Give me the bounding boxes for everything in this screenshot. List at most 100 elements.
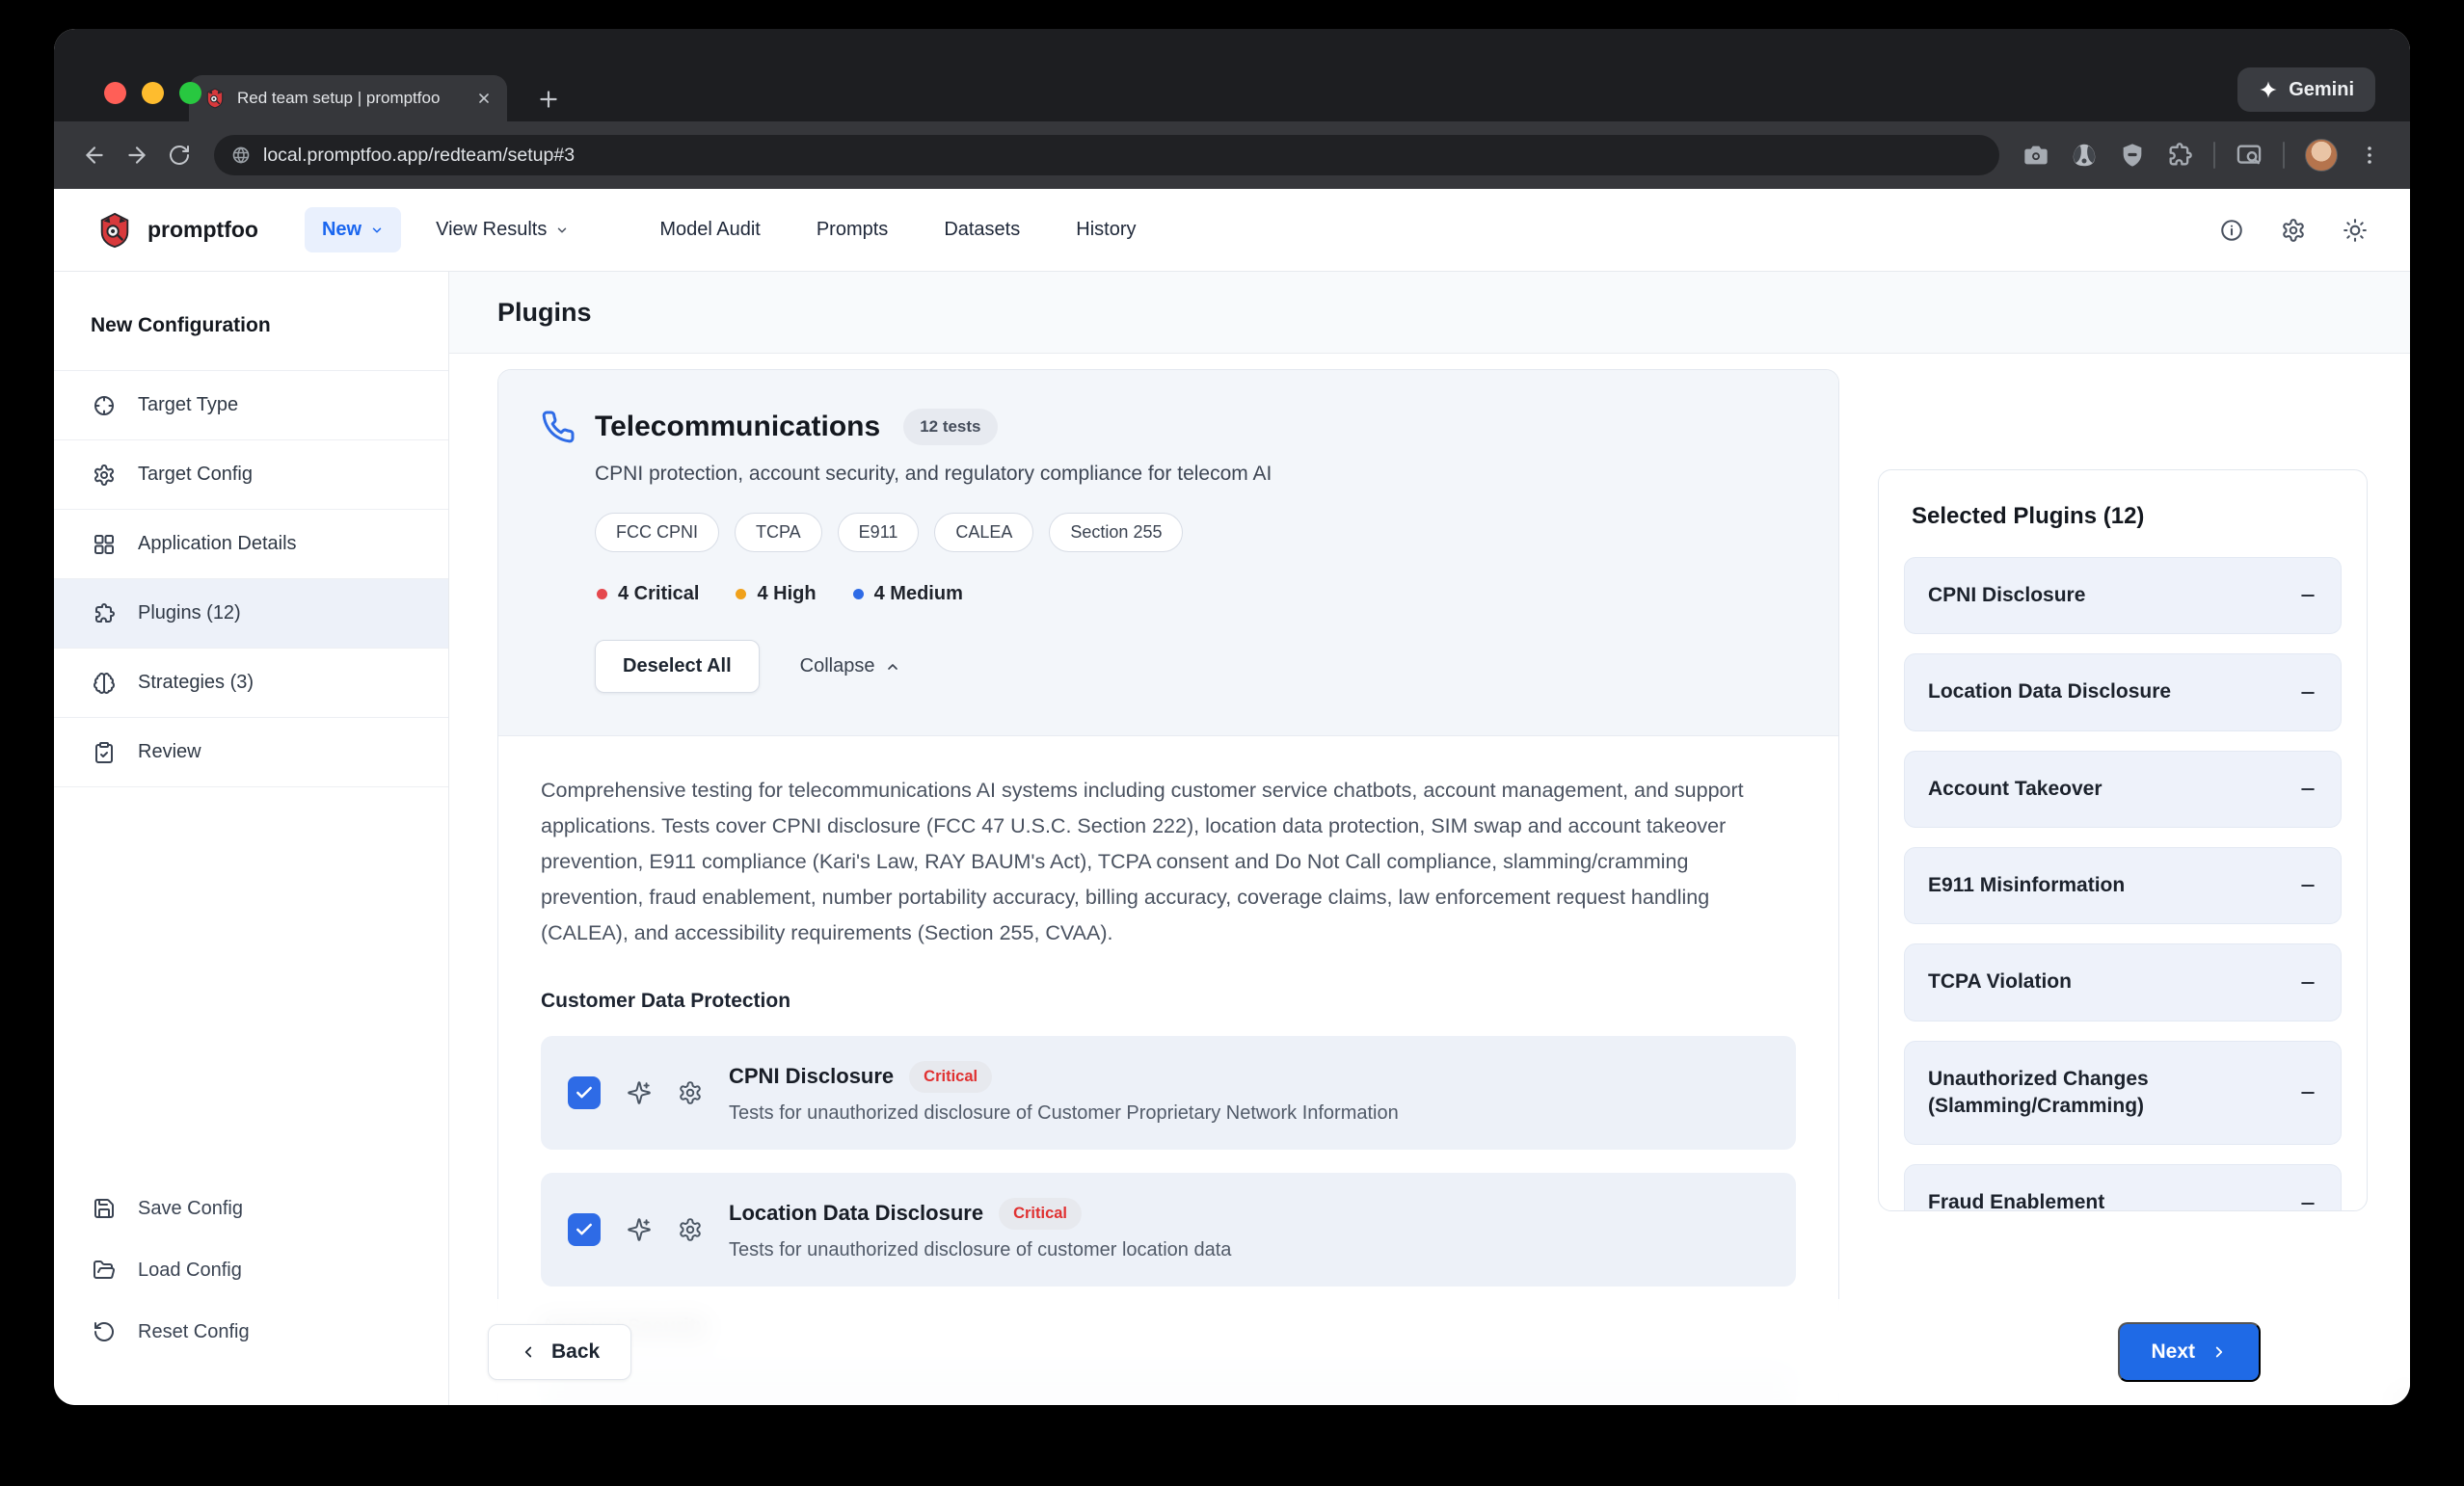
sidebar-item-application-details[interactable]: Application Details bbox=[54, 510, 448, 579]
nav-new-label: New bbox=[322, 219, 362, 241]
tab-strip: Red team setup | promptfoo Gemini bbox=[54, 29, 2410, 121]
adblock-shield-extension-icon[interactable] bbox=[2119, 142, 2146, 169]
sidebar-item-target-config[interactable]: Target Config bbox=[54, 440, 448, 510]
severity-badge: Critical bbox=[909, 1061, 992, 1093]
extension-icons bbox=[2013, 139, 2391, 172]
collapse-toggle[interactable]: Collapse bbox=[800, 655, 901, 677]
search-tabs-icon[interactable] bbox=[2236, 142, 2263, 169]
nav-datasets[interactable]: Datasets bbox=[923, 207, 1041, 252]
chevron-down-icon bbox=[370, 224, 384, 237]
browser-tab[interactable]: Red team setup | promptfoo bbox=[189, 75, 507, 121]
remove-plugin-minus-icon[interactable] bbox=[2298, 1083, 2317, 1102]
load-config-button[interactable]: Load Config bbox=[54, 1239, 448, 1301]
info-icon[interactable] bbox=[2219, 218, 2244, 243]
settings-gear-icon[interactable] bbox=[2281, 218, 2306, 243]
site-info-icon[interactable] bbox=[231, 146, 251, 165]
plugin-config-gear-icon[interactable] bbox=[678, 1217, 703, 1242]
selected-plugin-label: E911 Misinformation bbox=[1928, 872, 2125, 899]
forward-icon[interactable] bbox=[116, 134, 158, 176]
address-bar[interactable]: local.promptfoo.app/redteam/setup#3 bbox=[214, 135, 1999, 175]
save-config-button[interactable]: Save Config bbox=[54, 1178, 448, 1239]
telecommunications-category-card: Telecommunications 12 tests CPNI protect… bbox=[497, 369, 1839, 1405]
category-description: Comprehensive testing for telecommunicat… bbox=[541, 773, 1796, 951]
new-tab-button[interactable] bbox=[536, 87, 561, 112]
url-text: local.promptfoo.app/redteam/setup#3 bbox=[263, 145, 575, 167]
sidebar-item-review[interactable]: Review bbox=[54, 718, 448, 787]
tag: FCC CPNI bbox=[595, 513, 719, 552]
sidebar-title: New Configuration bbox=[54, 272, 448, 371]
nav-prompts[interactable]: Prompts bbox=[795, 207, 909, 252]
back-icon[interactable] bbox=[73, 134, 116, 176]
selected-plugin-label: Fraud Enablement bbox=[1928, 1189, 2104, 1211]
sparkles-icon[interactable] bbox=[627, 1080, 652, 1105]
plugin-checkbox[interactable] bbox=[568, 1076, 601, 1109]
profile-avatar[interactable] bbox=[2305, 139, 2338, 172]
wizard-footer: Back Next bbox=[449, 1299, 2410, 1405]
close-window-button[interactable] bbox=[104, 82, 126, 104]
selected-plugins-title: Selected Plugins (12) bbox=[1912, 503, 2342, 530]
selected-plugin-label: Unauthorized Changes (Slamming/Cramming) bbox=[1928, 1066, 2283, 1121]
sidebar-item-label: Target Type bbox=[138, 394, 238, 416]
folder-open-icon bbox=[93, 1259, 116, 1282]
selected-plugin-label: TCPA Violation bbox=[1928, 969, 2072, 995]
back-button[interactable]: Back bbox=[488, 1324, 631, 1380]
nav-new-button[interactable]: New bbox=[305, 207, 401, 252]
promptfoo-brand[interactable]: promptfoo bbox=[96, 212, 258, 249]
remove-plugin-minus-icon[interactable] bbox=[2298, 973, 2317, 993]
high-dot bbox=[736, 589, 746, 599]
chevron-up-icon bbox=[885, 659, 900, 675]
nav-label: Datasets bbox=[944, 219, 1020, 241]
check-icon bbox=[575, 1083, 594, 1102]
tag: E911 bbox=[838, 513, 920, 552]
collapse-label: Collapse bbox=[800, 655, 875, 677]
sidebar-item-label: Target Config bbox=[138, 464, 253, 486]
remove-plugin-minus-icon[interactable] bbox=[2298, 683, 2317, 703]
remove-plugin-minus-icon[interactable] bbox=[2298, 876, 2317, 895]
tag: CALEA bbox=[934, 513, 1033, 552]
tab-close-icon[interactable] bbox=[476, 91, 492, 106]
remove-plugin-minus-icon[interactable] bbox=[2298, 586, 2317, 605]
nav-model-audit[interactable]: Model Audit bbox=[638, 207, 782, 252]
sidebar-item-strategies[interactable]: Strategies (3) bbox=[54, 649, 448, 718]
grid-icon bbox=[93, 533, 116, 556]
plugin-config-gear-icon[interactable] bbox=[678, 1080, 703, 1105]
extensions-puzzle-icon[interactable] bbox=[2166, 142, 2193, 169]
critical-dot bbox=[597, 589, 607, 599]
reload-icon[interactable] bbox=[158, 134, 201, 176]
chevron-down-icon bbox=[555, 224, 569, 237]
sidebar-item-plugins[interactable]: Plugins (12) bbox=[54, 579, 448, 649]
plugin-row-cpni-disclosure: CPNI Disclosure Critical Tests for unaut… bbox=[541, 1036, 1796, 1150]
next-button[interactable]: Next bbox=[2118, 1322, 2261, 1382]
selected-plugin-label: CPNI Disclosure bbox=[1928, 582, 2085, 609]
back-label: Back bbox=[551, 1340, 600, 1364]
screenshot-extension-icon[interactable] bbox=[2022, 142, 2049, 169]
plugin-checkbox[interactable] bbox=[568, 1213, 601, 1246]
category-title: Telecommunications bbox=[595, 411, 880, 443]
gemini-button[interactable]: Gemini bbox=[2237, 67, 2375, 112]
fullscreen-window-button[interactable] bbox=[179, 82, 201, 104]
sidebar-item-target-type[interactable]: Target Type bbox=[54, 371, 448, 440]
plugin-row-location-data-disclosure: Location Data Disclosure Critical Tests … bbox=[541, 1173, 1796, 1287]
browser-menu-icon[interactable] bbox=[2358, 144, 2381, 167]
privacy-badger-extension-icon[interactable] bbox=[2070, 141, 2099, 170]
remove-plugin-minus-icon[interactable] bbox=[2298, 1194, 2317, 1211]
deselect-all-button[interactable]: Deselect All bbox=[595, 640, 760, 693]
page-title: Plugins bbox=[449, 272, 2410, 354]
check-icon bbox=[575, 1220, 594, 1239]
selected-plugin-item: TCPA Violation bbox=[1904, 943, 2342, 1021]
remove-plugin-minus-icon[interactable] bbox=[2298, 780, 2317, 799]
nav-view-results[interactable]: View Results bbox=[415, 207, 590, 252]
category-subtitle: CPNI protection, account security, and r… bbox=[595, 463, 1796, 486]
chevron-right-icon bbox=[2210, 1343, 2228, 1361]
sidebar-item-label: Application Details bbox=[138, 533, 297, 555]
theme-sun-icon[interactable] bbox=[2343, 218, 2368, 243]
reset-config-button[interactable]: Reset Config bbox=[54, 1301, 448, 1363]
selected-plugin-item: Fraud Enablement bbox=[1904, 1164, 2342, 1211]
nav-history[interactable]: History bbox=[1055, 207, 1157, 252]
phone-icon bbox=[541, 410, 576, 444]
plugin-description: Tests for unauthorized disclosure of Cus… bbox=[729, 1102, 1399, 1125]
selected-plugin-item: E911 Misinformation bbox=[1904, 847, 2342, 924]
target-icon bbox=[93, 394, 116, 417]
sparkles-icon[interactable] bbox=[627, 1217, 652, 1242]
minimize-window-button[interactable] bbox=[142, 82, 164, 104]
